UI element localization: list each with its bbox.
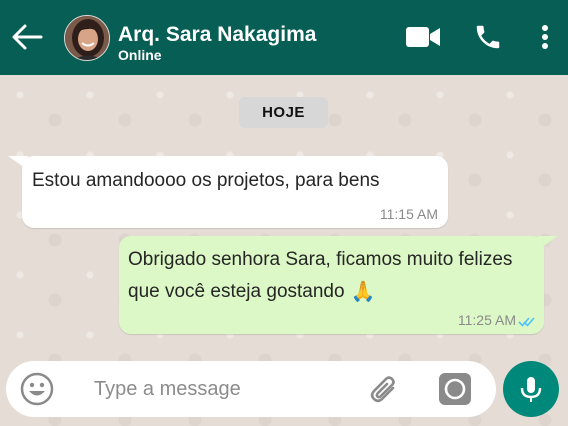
more-vertical-icon[interactable] <box>537 24 553 55</box>
chat-header: Arq. Sara Nakagima Online <box>0 0 568 75</box>
message-time: 11:15 AM <box>379 206 438 222</box>
incoming-message-bubble[interactable]: Estou amandoooo os projetos, para bens 1… <box>22 156 448 228</box>
avatar[interactable] <box>64 15 110 61</box>
phone-icon[interactable] <box>473 22 503 57</box>
microphone-button[interactable] <box>503 361 559 417</box>
double-check-read-icon <box>518 315 536 327</box>
day-badge: HOJE <box>239 97 328 128</box>
emoji-icon[interactable] <box>20 372 54 406</box>
microphone-icon <box>520 377 542 402</box>
message-time: 11:25 AM <box>457 312 516 328</box>
message-text: Obrigado senhora Sara, ficamos muito fel… <box>128 244 544 308</box>
message-composer <box>6 361 496 417</box>
outgoing-message-bubble[interactable]: Obrigado senhora Sara, ficamos muito fel… <box>119 236 544 334</box>
contact-name[interactable]: Arq. Sara Nakagima <box>118 23 316 47</box>
message-input[interactable] <box>94 373 344 405</box>
back-arrow-icon[interactable] <box>10 22 44 52</box>
video-camera-icon[interactable] <box>405 25 441 54</box>
message-text-body: Obrigado senhora Sara, ficamos muito fel… <box>128 249 513 302</box>
paperclip-icon[interactable] <box>366 371 404 409</box>
camera-icon[interactable] <box>438 372 472 406</box>
message-text: Estou amandoooo os projetos, para bens <box>32 170 380 191</box>
pray-emoji: 🙏 <box>350 281 376 303</box>
contact-status: Online <box>118 47 162 63</box>
